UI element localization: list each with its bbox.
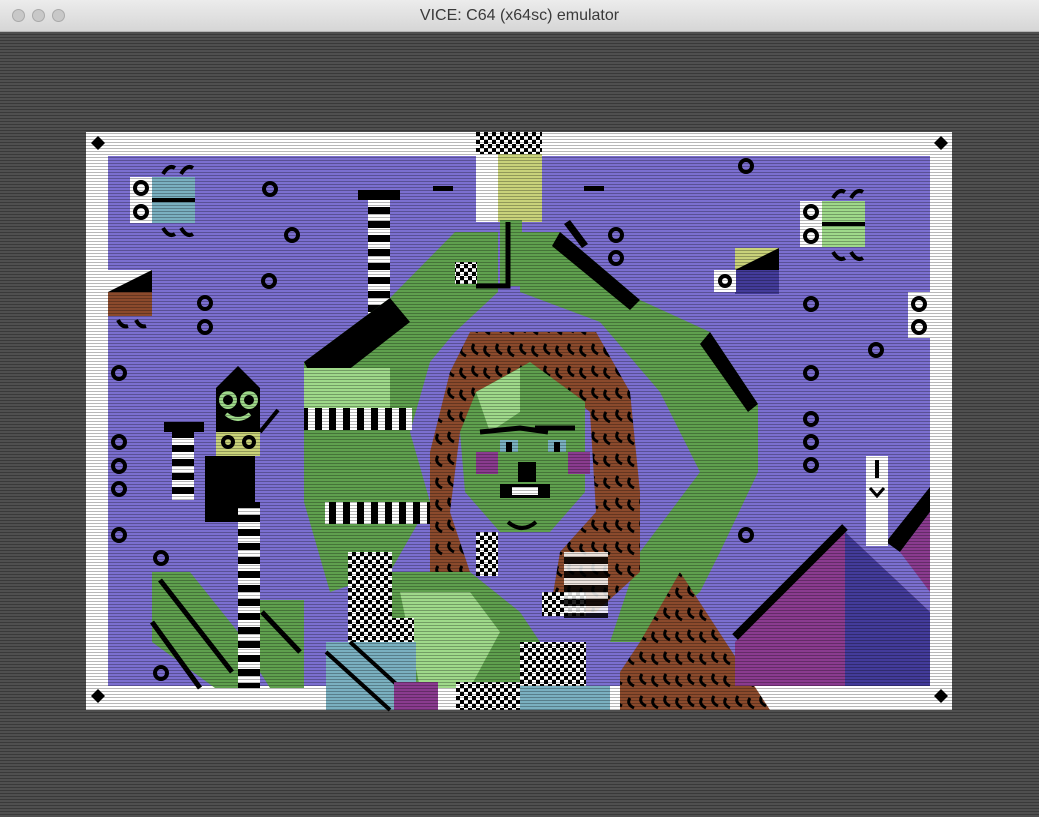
title-bar[interactable]: VICE: C64 (x64sc) emulator <box>0 0 1039 32</box>
head-block <box>498 154 542 222</box>
top-checker <box>476 132 542 154</box>
rings-box-right <box>908 292 930 338</box>
window-title: VICE: C64 (x64sc) emulator <box>419 7 620 24</box>
c64-display <box>86 132 952 712</box>
emulator-screen[interactable] <box>0 32 1039 817</box>
pole-cap <box>358 190 400 200</box>
vice-window: VICE: C64 (x64sc) emulator <box>0 0 1039 817</box>
